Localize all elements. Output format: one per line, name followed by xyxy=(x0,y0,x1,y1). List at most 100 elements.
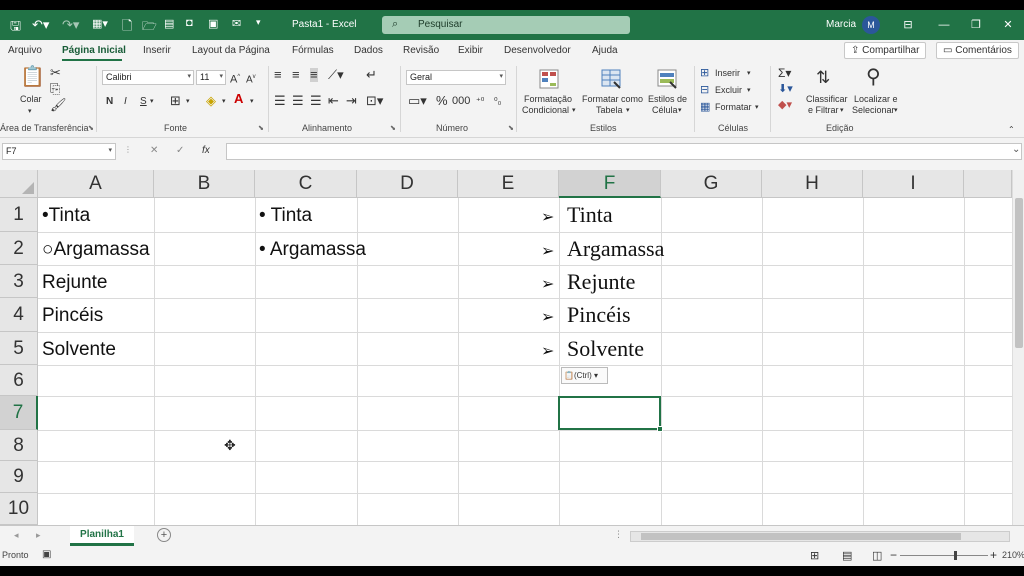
decrease-font-icon[interactable]: Av xyxy=(246,70,256,87)
column-header-b[interactable]: B xyxy=(154,170,255,198)
align-bottom-icon[interactable]: ≡ xyxy=(310,68,318,82)
chevron-down-icon[interactable]: ▾ xyxy=(894,105,898,116)
undo-icon[interactable]: ↶▾ xyxy=(32,17,49,33)
tab-layout[interactable]: Layout da Página xyxy=(192,45,270,56)
number-format-select[interactable]: Geral ▾ xyxy=(406,70,506,85)
add-sheet-icon[interactable]: + xyxy=(157,528,171,542)
column-header-partial[interactable] xyxy=(964,170,1012,198)
autosum-icon[interactable]: Σ▾ xyxy=(778,66,791,80)
cell-f4[interactable]: ➢ Pincéis xyxy=(541,304,631,328)
enter-icon[interactable]: ✓ xyxy=(176,145,184,156)
italic-button[interactable]: I xyxy=(124,96,127,107)
conditional-format-label2[interactable]: Condicional xyxy=(522,105,569,116)
cut-icon[interactable]: ✂ xyxy=(50,66,61,80)
fill-color-icon[interactable]: ◈ xyxy=(206,94,216,108)
column-header-c[interactable]: C xyxy=(255,170,357,198)
print-preview-icon[interactable]: ▣ xyxy=(208,17,218,30)
tab-dados[interactable]: Dados xyxy=(354,45,383,56)
currency-icon[interactable]: ▭▾ xyxy=(408,94,427,108)
insert-cells-icon[interactable]: ⊞ xyxy=(700,66,709,80)
thousands-separator-icon[interactable]: 000 xyxy=(452,94,470,108)
increase-indent-icon[interactable]: ⇥ xyxy=(346,94,357,108)
avatar[interactable]: M xyxy=(862,16,880,34)
wrap-text-icon[interactable]: ↵ xyxy=(366,68,377,82)
form-icon[interactable]: ▤ xyxy=(164,17,174,30)
cell-f2[interactable]: ➢ Argamassa xyxy=(541,238,664,262)
cell-styles-icon[interactable] xyxy=(656,68,678,90)
name-box[interactable]: F7 ▾ xyxy=(2,143,116,160)
cell-f3[interactable]: ➢ Rejunte xyxy=(541,271,635,295)
zoom-out-icon[interactable]: − xyxy=(890,548,897,562)
sort-filter-label2[interactable]: e Filtrar xyxy=(808,105,839,116)
chevron-down-icon[interactable]: ▾ xyxy=(678,105,682,116)
zoom-in-icon[interactable]: + xyxy=(990,548,997,562)
merge-center-icon[interactable]: ⊡▾ xyxy=(366,94,383,108)
restore-icon[interactable]: ❐ xyxy=(966,16,986,34)
insert-cells-label[interactable]: Inserir xyxy=(715,68,740,79)
column-header-a[interactable]: A xyxy=(38,170,154,198)
cell-f1[interactable]: ➢ Tinta xyxy=(541,204,613,228)
fill-icon[interactable]: ⬇▾ xyxy=(778,82,793,96)
tab-arquivo[interactable]: Arquivo xyxy=(8,45,42,56)
format-cells-label[interactable]: Formatar xyxy=(715,102,752,113)
cancel-icon[interactable]: ✕ xyxy=(150,145,158,156)
tab-pagina-inicial[interactable]: Página Inicial xyxy=(62,45,126,56)
underline-dropdown-icon[interactable]: ▾ xyxy=(150,96,154,107)
fill-dropdown-icon[interactable]: ▾ xyxy=(222,96,226,107)
share-button[interactable]: ⇪ Compartilhar xyxy=(844,42,927,59)
row-header-2[interactable]: 2 xyxy=(0,232,38,265)
paste-dropdown-icon[interactable]: ▾ xyxy=(28,106,32,117)
formula-input[interactable] xyxy=(226,143,1022,160)
row-header-3[interactable]: 3 xyxy=(0,265,38,298)
customize-toolbar-icon[interactable]: ▾ xyxy=(256,17,261,28)
comments-button[interactable]: ▭ Comentários xyxy=(936,42,1019,59)
redo-icon[interactable]: ↷▾ xyxy=(62,17,79,33)
cell-a2[interactable]: ○Argamassa xyxy=(42,240,150,260)
column-header-e[interactable]: E xyxy=(458,170,559,198)
zoom-slider[interactable] xyxy=(900,555,988,556)
quick-access-icon[interactable]: ▦▾ xyxy=(92,17,108,30)
page-break-icon[interactable]: ◫ xyxy=(872,549,882,562)
cell-styles-label[interactable]: Estilos de xyxy=(648,94,687,105)
bold-button[interactable]: N xyxy=(106,96,113,107)
scroll-left-icon[interactable]: ◂ xyxy=(14,530,19,541)
chevron-down-icon[interactable]: ▾ xyxy=(840,105,844,116)
row-header-4[interactable]: 4 xyxy=(0,298,38,332)
tab-revisao[interactable]: Revisão xyxy=(403,45,439,56)
email-icon[interactable]: ✉ xyxy=(232,17,241,30)
number-launcher-icon[interactable]: ⬊ xyxy=(508,124,514,132)
ribbon-display-icon[interactable]: ⊟ xyxy=(898,16,918,34)
font-color-dropdown-icon[interactable]: ▾ xyxy=(250,96,254,107)
chevron-down-icon[interactable]: ▾ xyxy=(572,105,576,116)
format-table-icon[interactable] xyxy=(600,68,622,90)
format-painter-icon[interactable]: 🖌 xyxy=(50,98,67,112)
open-file-icon[interactable]: 🗁 xyxy=(142,17,157,38)
cell-f5[interactable]: ➢ Solvente xyxy=(541,338,644,362)
column-header-d[interactable]: D xyxy=(357,170,458,198)
column-header-i[interactable]: I xyxy=(863,170,964,198)
find-icon[interactable]: ⚲ xyxy=(866,66,881,88)
paste-options-button[interactable]: 📋(Ctrl) ▾ xyxy=(561,367,608,384)
zoom-level[interactable]: 210% xyxy=(1002,550,1024,560)
cell-a4[interactable]: Pincéis xyxy=(42,306,103,326)
minimize-icon[interactable]: — xyxy=(934,16,954,34)
row-header-10[interactable]: 10 xyxy=(0,493,38,525)
orientation-icon[interactable]: ⟋▾ xyxy=(328,68,344,82)
normal-view-icon[interactable]: ⊞ xyxy=(810,549,819,562)
copy-icon[interactable]: ⎘ xyxy=(50,82,60,96)
tab-inserir[interactable]: Inserir xyxy=(143,45,171,56)
user-name[interactable]: Marcia xyxy=(826,19,856,30)
cell-a5[interactable]: Solvente xyxy=(42,340,116,360)
increase-decimal-icon[interactable]: ⁺⁰ xyxy=(476,94,484,108)
sort-filter-label[interactable]: Classificar xyxy=(806,94,848,105)
align-center-icon[interactable]: ☰ xyxy=(292,94,304,108)
cell-c1[interactable]: • Tinta xyxy=(259,206,312,226)
paste-icon[interactable]: 📋 xyxy=(20,66,45,88)
column-header-f[interactable]: F xyxy=(559,170,661,198)
camera-icon[interactable]: ◘ xyxy=(186,17,193,29)
format-cells-icon[interactable]: ▦ xyxy=(700,100,710,114)
delete-cells-label[interactable]: Excluir xyxy=(715,85,742,96)
increase-font-icon[interactable]: A^ xyxy=(230,70,240,87)
cell-a3[interactable]: Rejunte xyxy=(42,273,108,293)
zoom-slider-handle[interactable] xyxy=(954,551,957,560)
